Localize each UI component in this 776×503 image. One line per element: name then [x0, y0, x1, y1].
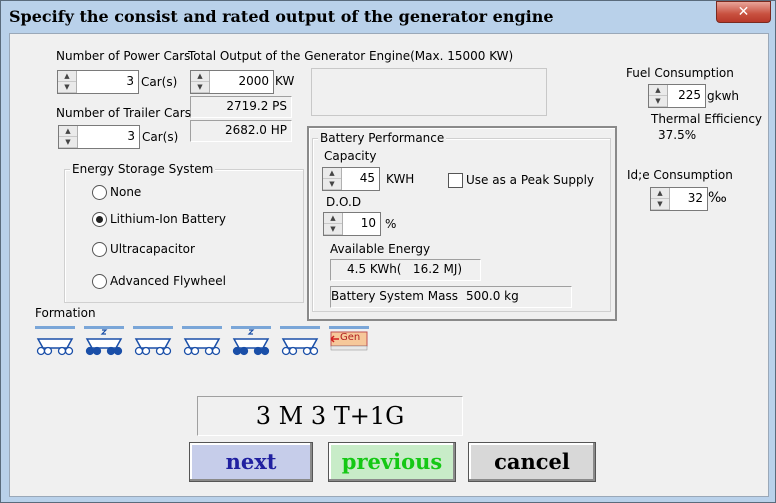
thermal-efficiency-value: 37.5% [658, 128, 697, 142]
trailer-cars-unit: Car(s) [142, 130, 179, 144]
up-arrow-icon[interactable]: ▲ [58, 71, 76, 82]
down-arrow-icon[interactable]: ▼ [324, 224, 342, 235]
idle-consumption-stepper[interactable]: ▲ ▼ 32 [650, 187, 708, 211]
output-kw-value: 2000 [238, 74, 269, 88]
trailer-car-icon [35, 326, 75, 356]
power-car-icon [231, 326, 271, 356]
formation-code: 3 M 3 T+1G [255, 402, 405, 430]
idle-consumption-label: Id;e Consumption [627, 168, 733, 182]
spin-arrows[interactable]: ▲ ▼ [324, 213, 343, 235]
dialog-window: Specify the consist and rated output of … [0, 0, 776, 503]
generator-car-icon: Gen [329, 326, 369, 356]
trailer-cars-stepper[interactable]: ▲ ▼ 3 [58, 125, 140, 149]
up-arrow-icon[interactable]: ▲ [323, 168, 341, 179]
output-hp-display: 2682.0 HP [190, 120, 292, 142]
fuel-consumption-stepper[interactable]: ▲ ▼ 225 [648, 84, 706, 108]
idle-consumption-value: 32 [687, 191, 703, 205]
spin-arrows[interactable]: ▲ ▼ [58, 71, 77, 93]
trailer-car-icon [182, 326, 222, 356]
capacity-stepper[interactable]: ▲ ▼ 45 [322, 167, 380, 191]
capacity-value: 45 [359, 171, 375, 185]
output-kw-stepper[interactable]: ▲ ▼ 2000 [190, 70, 274, 94]
power-cars-unit: Car(s) [141, 75, 178, 89]
close-icon: ✕ [737, 4, 750, 20]
spin-arrows[interactable]: ▲ ▼ [59, 126, 78, 148]
peak-supply-label[interactable]: Use as a Peak Supply [466, 173, 594, 187]
up-arrow-icon[interactable]: ▲ [649, 85, 667, 96]
dialog-content: Number of Power Cars ▲ ▼ 3 Car(s) Total O… [9, 33, 769, 497]
down-arrow-icon[interactable]: ▼ [649, 96, 667, 107]
capacity-unit: KWH [386, 172, 415, 186]
peak-supply-checkbox[interactable] [448, 173, 463, 188]
fuel-consumption-unit: gkwh [707, 89, 739, 103]
next-button[interactable]: next [189, 442, 313, 482]
spin-arrows[interactable]: ▲ ▼ [649, 85, 668, 107]
radio-lithium-ion-label[interactable]: Lithium-Ion Battery [110, 212, 226, 226]
cancel-button[interactable]: cancel [468, 442, 596, 482]
dod-stepper[interactable]: ▲ ▼ 10 [323, 212, 381, 236]
up-arrow-icon[interactable]: ▲ [651, 188, 669, 199]
thermal-efficiency-label: Thermal Efficiency [651, 112, 763, 126]
down-arrow-icon[interactable]: ▼ [191, 82, 209, 93]
spin-arrows[interactable]: ▲ ▼ [651, 188, 670, 210]
trailer-car-icon [133, 326, 173, 356]
output-blank-panel [311, 68, 547, 116]
down-arrow-icon[interactable]: ▼ [651, 199, 669, 210]
output-ps-display: 2719.2 PS [190, 96, 292, 118]
power-car-icon [84, 326, 124, 356]
formation-label: Formation [35, 306, 96, 320]
down-arrow-icon[interactable]: ▼ [58, 82, 76, 93]
output-hp-value: 2682.0 HP [224, 123, 287, 137]
trailer-cars-value: 3 [127, 129, 135, 143]
battery-performance-label: Battery Performance [318, 131, 447, 145]
window-title: Specify the consist and rated output of … [9, 7, 554, 26]
power-cars-value: 3 [126, 74, 134, 88]
spin-arrows[interactable]: ▲ ▼ [323, 168, 342, 190]
dod-unit: % [385, 217, 397, 231]
available-energy-display: 4.5 KWh( 16.2 MJ) [330, 259, 481, 281]
radio-none[interactable] [92, 185, 107, 200]
up-arrow-icon[interactable]: ▲ [59, 126, 77, 137]
formation-code-display: 3 M 3 T+1G [197, 396, 463, 436]
radio-none-label[interactable]: None [110, 185, 141, 199]
capacity-label: Capacity [324, 149, 377, 163]
output-ps-value: 2719.2 PS [226, 99, 287, 113]
dod-label: D.O.D [326, 195, 362, 209]
close-button[interactable]: ✕ [716, 1, 771, 23]
radio-ultracapacitor-label[interactable]: Ultracapacitor [110, 242, 195, 256]
power-cars-label: Number of Power Cars [56, 49, 191, 63]
generator-label: Gen [340, 332, 361, 343]
title-bar: Specify the consist and rated output of … [1, 1, 775, 33]
trailer-car-icon [280, 326, 320, 356]
battery-mass-label: Battery System Mass [331, 289, 459, 303]
fuel-consumption-value: 225 [678, 88, 701, 102]
battery-mass-display: Battery System Mass 500.0 kg [330, 286, 572, 308]
battery-mass-value: 500.0 kg [466, 289, 519, 303]
available-energy-value: 4.5 KWh( 16.2 MJ) [347, 262, 463, 276]
idle-consumption-unit: ‰ [708, 190, 727, 206]
up-arrow-icon[interactable]: ▲ [191, 71, 209, 82]
up-arrow-icon[interactable]: ▲ [324, 213, 342, 224]
energy-storage-label: Energy Storage System [70, 162, 216, 176]
spin-arrows[interactable]: ▲ ▼ [191, 71, 210, 93]
radio-flywheel-label[interactable]: Advanced Flywheel [110, 274, 226, 288]
radio-lithium-ion[interactable] [92, 212, 107, 227]
trailer-cars-label: Number of Trailer Cars [56, 106, 191, 120]
previous-button[interactable]: previous [328, 442, 456, 482]
radio-flywheel[interactable] [92, 274, 107, 289]
dod-value: 10 [360, 216, 376, 230]
down-arrow-icon[interactable]: ▼ [323, 179, 341, 190]
down-arrow-icon[interactable]: ▼ [59, 137, 77, 148]
available-energy-label: Available Energy [330, 242, 431, 256]
total-output-label: Total Output of the Generator Engine(Max… [188, 49, 514, 63]
radio-ultracapacitor[interactable] [92, 242, 107, 257]
output-kw-unit: KW [275, 74, 295, 88]
fuel-consumption-label: Fuel Consumption [626, 66, 734, 80]
power-cars-stepper[interactable]: ▲ ▼ 3 [57, 70, 139, 94]
